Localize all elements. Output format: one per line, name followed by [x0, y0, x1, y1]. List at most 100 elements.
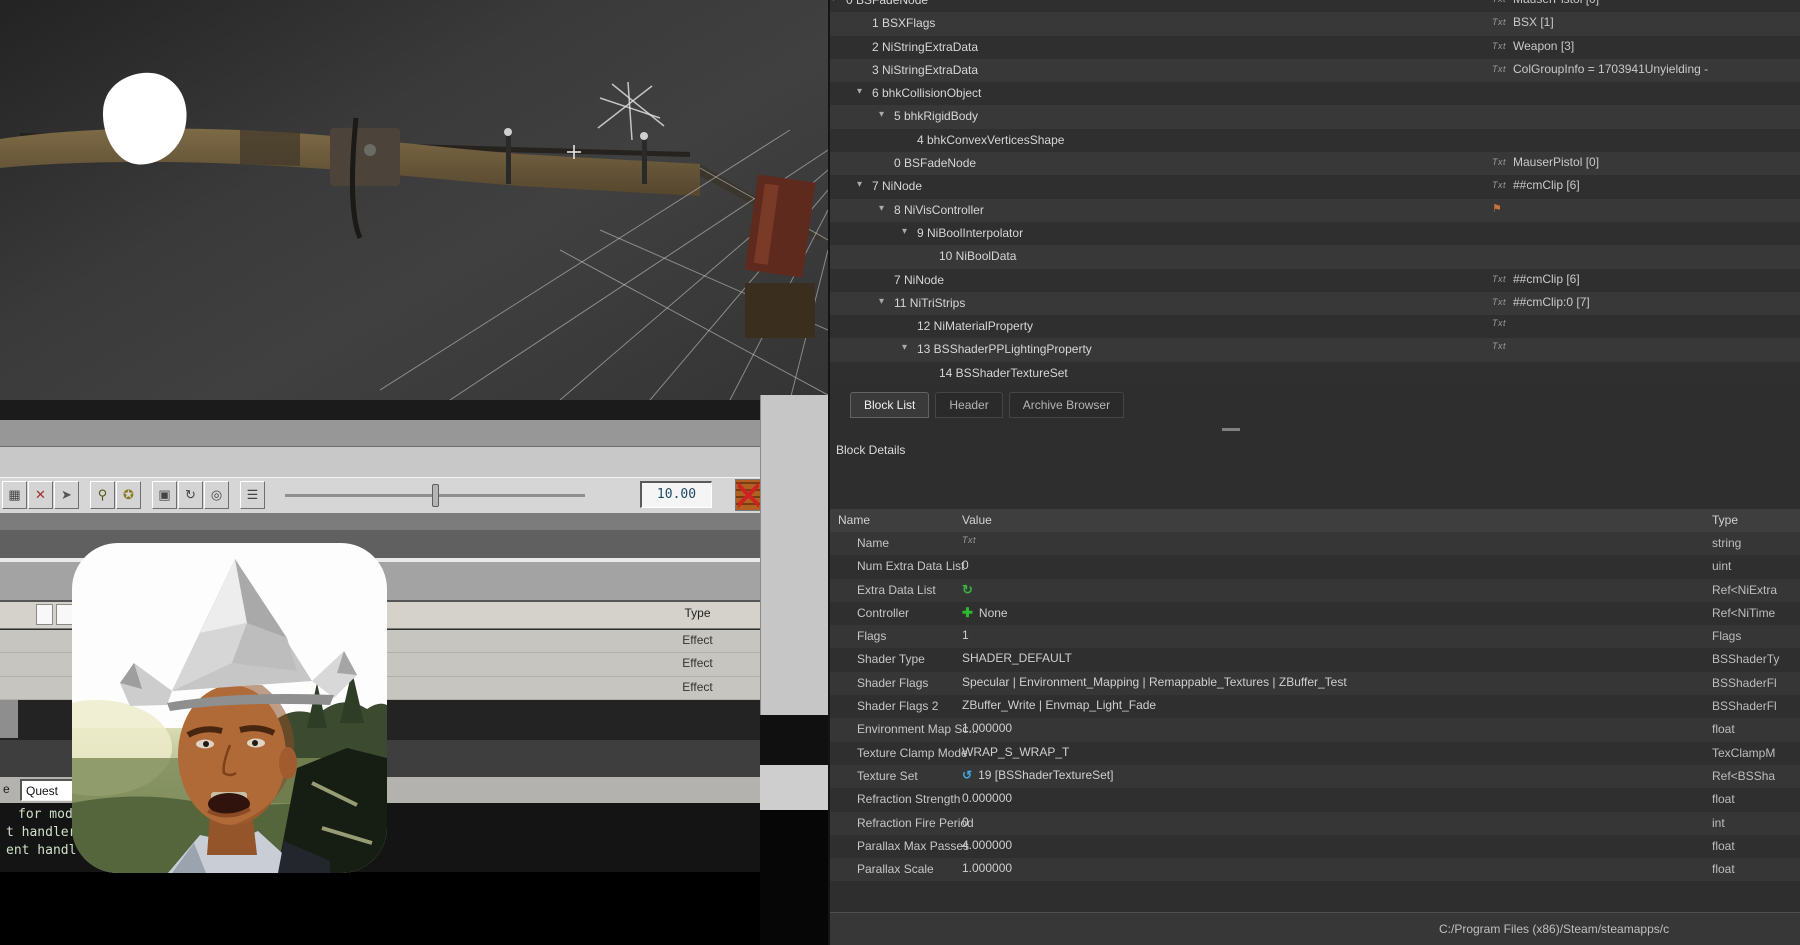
toolbar-button-6[interactable]: ↻	[178, 481, 203, 509]
block-label: 0 BSFadeNode	[894, 156, 976, 170]
detail-type: BSShaderFl	[1712, 699, 1777, 713]
toolbar-button-4[interactable]: ✪	[116, 481, 141, 509]
block-list-row[interactable]: 3 NiStringExtraData TxtColGroupInfo = 170…	[830, 59, 1800, 82]
details-row[interactable]: Parallax Max Passes4.000000float	[830, 835, 1800, 858]
detail-value: ↻	[962, 582, 973, 598]
detail-name: Flags	[857, 629, 886, 643]
details-row[interactable]: Parallax Scale1.000000float	[830, 858, 1800, 881]
detail-type: BSShaderTy	[1712, 652, 1779, 666]
block-value: TxtMauserPistol [0]	[1492, 155, 1599, 169]
tab-header[interactable]: Header	[935, 392, 1002, 418]
detail-value: 0	[962, 558, 969, 572]
details-row[interactable]: Num Extra Data List0uint	[830, 555, 1800, 578]
status-bar: C:/Program Files (x86)/Steam/steamapps/c	[830, 912, 1800, 945]
block-value: Txt	[1492, 341, 1506, 351]
detail-name: Shader Flags 2	[857, 699, 938, 713]
toolbar-button-8[interactable]: ☰	[240, 481, 265, 509]
block-list-row[interactable]: 10 NiBoolData	[830, 245, 1800, 268]
block-list-row[interactable]: ▾7 NiNodeTxt##cmClip [6]	[830, 175, 1800, 198]
expander-arrow-icon[interactable]: ▾	[879, 109, 884, 120]
details-row[interactable]: Texture Set↺19 [BSShaderTextureSet]Ref<B…	[830, 765, 1800, 788]
details-column-type: Type	[1712, 513, 1738, 527]
block-value: Txt##cmClip [6]	[1492, 272, 1580, 286]
toolbar-button-5[interactable]: ▣	[152, 481, 177, 509]
detail-name: Parallax Max Passes	[857, 839, 969, 853]
block-label: 6 bhkCollisionObject	[872, 86, 981, 100]
block-list-row[interactable]: 12 NiMaterialPropertyTxt	[830, 315, 1800, 338]
block-list-row[interactable]: ▾0 BSFadeNodeTxtMauserPistol [0]	[830, 0, 1800, 12]
expander-arrow-icon[interactable]: ▾	[902, 342, 907, 353]
details-row[interactable]: Texture Clamp ModeWRAP_S_WRAP_TTexClampM	[830, 742, 1800, 765]
window-fragment-band	[0, 400, 760, 420]
toolbar-button-0[interactable]: ▦	[2, 481, 27, 509]
details-row[interactable]: Flags1Flags	[830, 625, 1800, 648]
detail-value: ZBuffer_Write | Envmap_Light_Fade	[962, 698, 1156, 712]
expander-arrow-icon[interactable]: ▾	[831, 0, 836, 4]
details-row[interactable]: NameTxtstring	[830, 532, 1800, 555]
render-viewport[interactable]	[0, 0, 828, 400]
block-value: TxtColGroupInfo = 1703941Unyielding -	[1492, 62, 1708, 76]
block-list-row[interactable]: ▾11 NiTriStripsTxt##cmClip:0 [7]	[830, 292, 1800, 315]
block-list-row[interactable]: ▾8 NiVisController⚑	[830, 199, 1800, 222]
zoom-slider-handle[interactable]	[432, 484, 439, 507]
detail-type: int	[1712, 816, 1725, 830]
block-list-row[interactable]: 0 BSFadeNode TxtMauserPistol [0]	[830, 152, 1800, 175]
details-row[interactable]: Shader Flags 2 ZBuffer_Write | Envmap_Lig…	[830, 695, 1800, 718]
block-label: 14 BSShaderTextureSet	[939, 366, 1068, 380]
details-row[interactable]: Environment Map Sc...1.000000float	[830, 718, 1800, 741]
tab-block-list[interactable]: Block List	[850, 392, 929, 418]
txt-icon: Txt	[1492, 41, 1506, 51]
block-list-row[interactable]: ▾ 6 bhkCollisionObject	[830, 82, 1800, 105]
detail-value: SHADER_DEFAULT	[962, 651, 1072, 665]
detail-name: Shader Flags	[857, 676, 928, 690]
toolbar-button-2[interactable]: ➤	[54, 481, 79, 509]
texture-grid-disabled-icon[interactable]	[735, 479, 762, 511]
block-list-row[interactable]: 1 BSXFlagsTxtBSX [1]	[830, 12, 1800, 35]
block-label: 2 NiStringExtraData	[872, 40, 978, 54]
expander-arrow-icon[interactable]: ▾	[879, 203, 884, 214]
detail-name: Texture Set	[857, 769, 918, 783]
details-row[interactable]: Shader Type SHADER_DEFAULT BSShaderTy	[830, 648, 1800, 671]
zoom-value-input[interactable]: 10.00	[640, 481, 712, 508]
detail-name: Texture Clamp Mode	[857, 746, 968, 760]
detail-value: ✚None	[962, 605, 1008, 621]
detail-name: Refraction Fire Period	[857, 816, 974, 830]
txt-icon: Txt	[1492, 0, 1506, 4]
block-list-row[interactable]: 7 NiNode Txt##cmClip [6]	[830, 269, 1800, 292]
block-list-row[interactable]: ▾13 BSShaderPPLightingPropertyTxt	[830, 338, 1800, 361]
txt-icon: Txt	[1492, 64, 1506, 74]
block-list-row[interactable]: 4 bhkConvexVerticesShape	[830, 129, 1800, 152]
expander-arrow-icon[interactable]: ▾	[879, 296, 884, 307]
block-list-row[interactable]: ▾5 bhkRigidBody	[830, 105, 1800, 128]
block-label: 7 NiNode	[894, 273, 944, 287]
scrollbar-strip[interactable]	[760, 395, 828, 715]
column-header-cell	[56, 604, 73, 625]
block-label: 3 NiStringExtraData	[872, 63, 978, 77]
tab-archive-browser[interactable]: Archive Browser	[1009, 392, 1124, 418]
toolbar-button-7[interactable]: ◎	[204, 481, 229, 509]
txt-icon: Txt	[962, 535, 976, 545]
detail-name: Shader Type	[857, 652, 925, 666]
block-list-row[interactable]: 2 NiStringExtraDataTxtWeapon [3]	[830, 36, 1800, 59]
block-list-row[interactable]: ▾9 NiBoolInterpolator	[830, 222, 1800, 245]
details-row[interactable]: Controller✚NoneRef<NiTime	[830, 602, 1800, 625]
block-list-row[interactable]: 14 BSShaderTextureSet	[830, 362, 1800, 385]
details-row[interactable]: Extra Data List↻Ref<NiExtra	[830, 579, 1800, 602]
expander-arrow-icon[interactable]: ▾	[902, 226, 907, 237]
splitter-handle[interactable]	[1222, 428, 1240, 431]
txt-icon: Txt	[1492, 157, 1506, 167]
console-lines: for modt handlerent handl	[6, 806, 76, 860]
expander-arrow-icon[interactable]: ▾	[857, 179, 862, 190]
detail-value: 4.000000	[962, 838, 1012, 852]
details-row[interactable]: Shader FlagsSpecular | Environment_Mappi…	[830, 672, 1800, 695]
toolbar-button-3[interactable]: ⚲	[90, 481, 115, 509]
txt-icon: Txt	[1492, 297, 1506, 307]
txt-icon: Txt	[1492, 318, 1506, 328]
details-row[interactable]: Refraction Fire Period0int	[830, 812, 1800, 835]
toolbar-button-1[interactable]: ✕	[28, 481, 53, 509]
window-fragment-band	[0, 420, 760, 446]
details-row[interactable]: Refraction Strength0.000000float	[830, 788, 1800, 811]
effects-type-column-header[interactable]: Type	[650, 606, 745, 620]
creator-avatar	[72, 543, 387, 873]
expander-arrow-icon[interactable]: ▾	[857, 86, 862, 97]
